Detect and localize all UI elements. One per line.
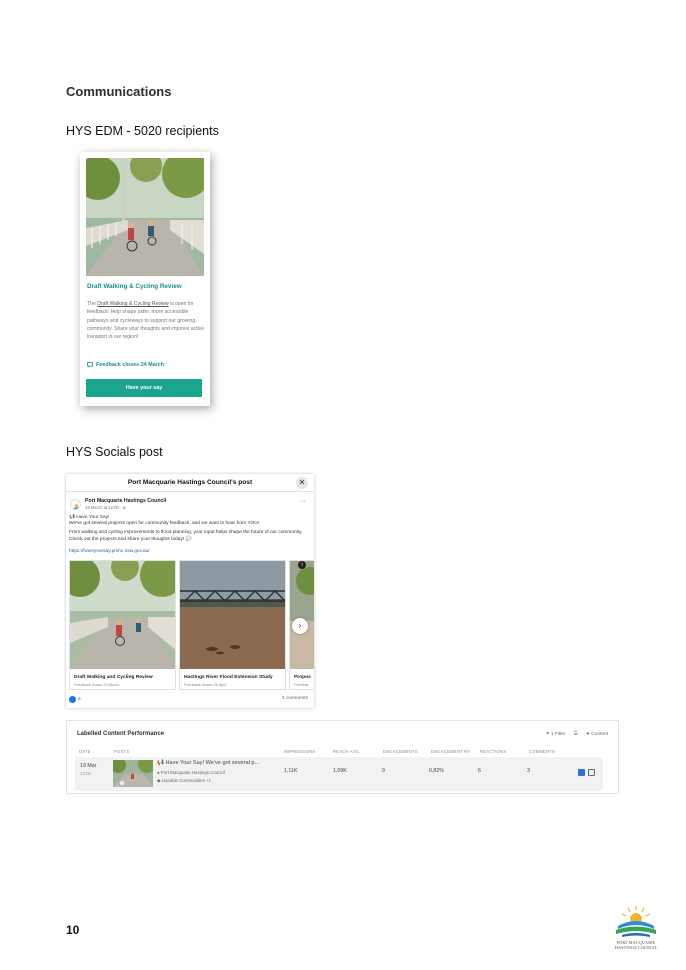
post-date-text: 19 March at 12:00 · <box>85 505 123 510</box>
row-engagement-rate: 0,82% <box>429 768 445 774</box>
row-date: 19 Mar <box>80 763 97 769</box>
facebook-post: Port Macquarie Hastings Council's post ✕… <box>66 474 314 708</box>
post-date: 19 March at 12:00 · ◍ <box>85 505 126 510</box>
council-logo: PORT MACQUARIE HASTINGS COUNCIL <box>606 906 666 956</box>
filter-label: 1 Filter <box>550 732 566 737</box>
edm-feedback-closes: Feedback closes 24 March <box>87 362 164 368</box>
panel-title: Labelled Content Performance <box>77 731 165 737</box>
post-dialog-title: Port Macquarie Hastings Council's post <box>66 474 314 492</box>
content-label: Content <box>591 731 608 737</box>
row-page-name: Port Macquarie Hastings Council <box>160 770 225 775</box>
post-line-3: From walking and cycling improvements to… <box>69 530 303 542</box>
comments-count[interactable]: 3 comments <box>282 696 308 701</box>
globe-icon: ◍ <box>122 505 127 510</box>
post-page-name[interactable]: Port Macquarie Hastings Council <box>85 498 166 504</box>
panel-toolbar: ⏷ 1 Filter ☰ ➤ Content <box>546 731 608 738</box>
card-subtitle: Feedbac <box>294 683 309 687</box>
edm-closes-text: Feedback closes 24 March <box>96 362 165 368</box>
col-engagements[interactable]: ENGAGEMENTS <box>383 749 418 754</box>
have-your-say-button[interactable]: Have your say <box>86 379 202 397</box>
col-date[interactable]: DATE ↓ <box>79 749 94 754</box>
tag-icon: ◆ <box>157 778 161 783</box>
list-view-icon[interactable]: ☰ <box>574 732 578 737</box>
filter-icon: ⏷ <box>545 732 550 737</box>
edm-label: HYS EDM - 5020 recipients <box>66 124 219 138</box>
table-row[interactable]: 19 Mar 12:00 📢 Have Your Say! We've got … <box>75 757 603 791</box>
card-subtitle: Feedback closes 28 April <box>184 683 227 687</box>
card-title: Propos <box>294 675 311 680</box>
analytics-icon[interactable] <box>578 769 585 776</box>
copy-icon[interactable] <box>588 769 595 776</box>
carousel-card[interactable]: Draft Walking and Cycling Review Feedbac… <box>69 560 176 690</box>
socials-label: HYS Socials post <box>66 445 163 459</box>
col-comments[interactable]: COMMENTS <box>529 749 555 754</box>
col-engagement-rate[interactable]: ENGAGEMENT RA <box>431 749 470 754</box>
card-title: Draft Walking and Cycling Review <box>74 675 153 680</box>
river-bridge-photo <box>180 561 285 669</box>
row-label: ◆ Liveable Communities +1 <box>157 778 211 784</box>
edm-body-prefix: The <box>87 301 98 307</box>
edm-title: Draft Walking & Cycling Review <box>87 283 182 290</box>
info-icon[interactable]: i <box>298 561 306 569</box>
edm-email-card: Draft Walking & Cycling Review The Draft… <box>80 152 210 406</box>
col-posts[interactable]: POSTS <box>114 749 129 754</box>
boardwalk-photo <box>86 158 204 276</box>
content-performance-panel: Labelled Content Performance ⏷ 1 Filter … <box>66 720 619 794</box>
row-time: 12:00 <box>80 771 91 776</box>
col-reactions[interactable]: REACTIONS <box>480 749 506 754</box>
logo-text: PORT MACQUARIE HASTINGS COUNCIL <box>606 940 666 950</box>
content-button[interactable]: ➤ Content <box>586 732 608 737</box>
row-engagements: 9 <box>382 768 385 774</box>
col-reach[interactable]: REACH AVG. <box>333 749 360 754</box>
card-title: Hastings River Flood Extension Study <box>184 675 273 680</box>
send-icon: ➤ <box>585 731 590 737</box>
reactions-count[interactable]: 6 <box>69 696 81 703</box>
section-heading: Communications <box>66 84 172 99</box>
carousel-card[interactable]: Hastings River Flood Extension Study Fee… <box>179 560 286 690</box>
logo-text-line-2: HASTINGS COUNCIL <box>614 945 658 950</box>
reactions-number: 6 <box>78 697 81 702</box>
card-subtitle: Feedback closes 24 March <box>74 683 120 687</box>
edm-body-link[interactable]: Draft Walking & Cycling Review <box>97 301 168 307</box>
facebook-icon: ● <box>157 770 160 775</box>
edm-body-text: The Draft Walking & Cycling Review is op… <box>87 300 205 341</box>
page-number: 10 <box>66 923 80 937</box>
council-logo-mark <box>616 906 656 937</box>
row-reactions: 6 <box>478 768 481 774</box>
like-icon <box>69 696 76 703</box>
comment-icon <box>87 362 93 368</box>
filter-button[interactable]: ⏷ 1 Filter <box>546 731 566 737</box>
more-options-icon[interactable]: ··· <box>299 498 306 505</box>
partial-photo <box>290 561 314 669</box>
row-comments: 3 <box>527 768 530 774</box>
council-logo-avatar <box>70 499 81 510</box>
chevron-right-icon[interactable]: › <box>292 618 308 634</box>
row-impressions: 1,11K <box>284 768 298 774</box>
post-text: 📢 Have Your Say! We've got several proje… <box>69 515 309 543</box>
post-thumbnail <box>113 760 153 787</box>
row-reach: 1,09K <box>333 768 347 774</box>
close-icon[interactable]: ✕ <box>296 477 308 489</box>
row-post-text[interactable]: 📢 Have Your Say! We've got several p... <box>157 760 259 766</box>
col-impressions[interactable]: IMPRESSIONS <box>284 749 315 754</box>
boardwalk-photo <box>70 561 175 669</box>
row-label-text: Liveable Communities +1 <box>161 778 212 783</box>
post-link[interactable]: https://haveyoursay.pmhc.nsw.gov.au/ <box>69 549 150 554</box>
row-page: ● Port Macquarie Hastings Council <box>157 770 225 775</box>
